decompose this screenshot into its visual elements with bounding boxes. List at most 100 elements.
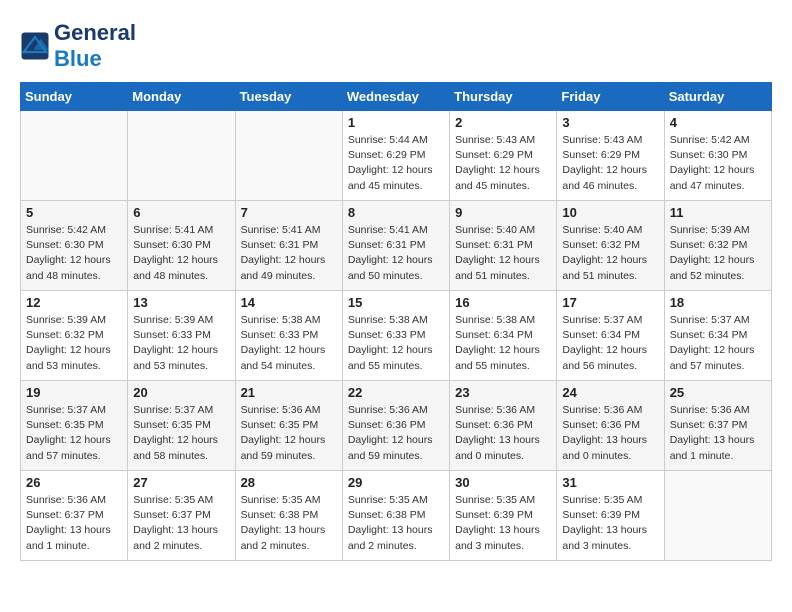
day-number: 8 (348, 205, 444, 220)
day-number: 20 (133, 385, 229, 400)
calendar-cell: 24Sunrise: 5:36 AM Sunset: 6:36 PM Dayli… (557, 381, 664, 471)
day-info: Sunrise: 5:36 AM Sunset: 6:35 PM Dayligh… (241, 403, 337, 464)
day-info: Sunrise: 5:35 AM Sunset: 6:39 PM Dayligh… (562, 493, 658, 554)
calendar-cell (664, 471, 771, 561)
day-number: 17 (562, 295, 658, 310)
calendar-cell: 19 Sunrise: 5:37 AM Sunset: 6:35 PM Dayli… (21, 381, 128, 471)
calendar-week-row: 26 Sunrise: 5:36 AM Sunset: 6:37 PM Dayli… (21, 471, 772, 561)
calendar-cell: 5 Sunrise: 5:42 AM Sunset: 6:30 PM Daylig… (21, 201, 128, 291)
day-info: Sunrise: 5:41 AM Sunset: 6:31 PM Dayligh… (348, 223, 444, 284)
day-number: 5 (26, 205, 122, 220)
calendar-cell: 8 Sunrise: 5:41 AM Sunset: 6:31 PM Daylig… (342, 201, 449, 291)
day-number: 1 (348, 115, 444, 130)
day-number: 12 (26, 295, 122, 310)
calendar-week-row: 12 Sunrise: 5:39 AM Sunset: 6:32 PM Dayli… (21, 291, 772, 381)
day-number: 11 (670, 205, 766, 220)
day-number: 4 (670, 115, 766, 130)
calendar-cell: 29 Sunrise: 5:35 AM Sunset: 6:38 PM Dayli… (342, 471, 449, 561)
day-number: 18 (670, 295, 766, 310)
day-info: Sunrise: 5:37 AM Sunset: 6:35 PM Dayligh… (26, 403, 122, 464)
day-number: 25 (670, 385, 766, 400)
calendar-cell: 12 Sunrise: 5:39 AM Sunset: 6:32 PM Dayli… (21, 291, 128, 381)
logo-icon (20, 31, 50, 61)
calendar-cell: 16 Sunrise: 5:38 AM Sunset: 6:34 PM Dayli… (450, 291, 557, 381)
day-info: Sunrise: 5:36 AM Sunset: 6:36 PM Dayligh… (348, 403, 444, 464)
day-header-tuesday: Tuesday (235, 83, 342, 111)
day-number: 29 (348, 475, 444, 490)
day-info: Sunrise: 5:38 AM Sunset: 6:33 PM Dayligh… (241, 313, 337, 374)
day-number: 15 (348, 295, 444, 310)
day-number: 6 (133, 205, 229, 220)
day-info: Sunrise: 5:37 AM Sunset: 6:35 PM Dayligh… (133, 403, 229, 464)
day-info: Sunrise: 5:44 AM Sunset: 6:29 PM Dayligh… (348, 133, 444, 194)
day-info: Sunrise: 5:35 AM Sunset: 6:37 PM Dayligh… (133, 493, 229, 554)
day-header-monday: Monday (128, 83, 235, 111)
day-header-sunday: Sunday (21, 83, 128, 111)
calendar-cell: 28 Sunrise: 5:35 AM Sunset: 6:38 PM Dayli… (235, 471, 342, 561)
logo-text: General Blue (54, 20, 136, 72)
day-info: Sunrise: 5:38 AM Sunset: 6:34 PM Dayligh… (455, 313, 551, 374)
calendar-cell: 3Sunrise: 5:43 AM Sunset: 6:29 PM Daylig… (557, 111, 664, 201)
day-info: Sunrise: 5:42 AM Sunset: 6:30 PM Dayligh… (670, 133, 766, 194)
day-info: Sunrise: 5:38 AM Sunset: 6:33 PM Dayligh… (348, 313, 444, 374)
day-header-thursday: Thursday (450, 83, 557, 111)
day-number: 24 (562, 385, 658, 400)
day-number: 2 (455, 115, 551, 130)
calendar-cell: 22 Sunrise: 5:36 AM Sunset: 6:36 PM Dayli… (342, 381, 449, 471)
day-info: Sunrise: 5:40 AM Sunset: 6:31 PM Dayligh… (455, 223, 551, 284)
day-info: Sunrise: 5:42 AM Sunset: 6:30 PM Dayligh… (26, 223, 122, 284)
calendar-cell: 27 Sunrise: 5:35 AM Sunset: 6:37 PM Dayli… (128, 471, 235, 561)
calendar-table: SundayMondayTuesdayWednesdayThursdayFrid… (20, 82, 772, 561)
day-number: 26 (26, 475, 122, 490)
day-number: 7 (241, 205, 337, 220)
day-number: 10 (562, 205, 658, 220)
calendar-cell: 6 Sunrise: 5:41 AM Sunset: 6:30 PM Daylig… (128, 201, 235, 291)
day-info: Sunrise: 5:37 AM Sunset: 6:34 PM Dayligh… (670, 313, 766, 374)
day-info: Sunrise: 5:41 AM Sunset: 6:30 PM Dayligh… (133, 223, 229, 284)
day-number: 27 (133, 475, 229, 490)
day-number: 21 (241, 385, 337, 400)
calendar-cell: 13 Sunrise: 5:39 AM Sunset: 6:33 PM Dayli… (128, 291, 235, 381)
day-info: Sunrise: 5:35 AM Sunset: 6:38 PM Dayligh… (348, 493, 444, 554)
day-number: 9 (455, 205, 551, 220)
calendar-cell: 20 Sunrise: 5:37 AM Sunset: 6:35 PM Dayli… (128, 381, 235, 471)
calendar-cell: 26 Sunrise: 5:36 AM Sunset: 6:37 PM Dayli… (21, 471, 128, 561)
calendar-cell: 17 Sunrise: 5:37 AM Sunset: 6:34 PM Dayli… (557, 291, 664, 381)
calendar-week-row: 19 Sunrise: 5:37 AM Sunset: 6:35 PM Dayli… (21, 381, 772, 471)
day-number: 22 (348, 385, 444, 400)
day-info: Sunrise: 5:39 AM Sunset: 6:32 PM Dayligh… (26, 313, 122, 374)
day-info: Sunrise: 5:35 AM Sunset: 6:38 PM Dayligh… (241, 493, 337, 554)
day-info: Sunrise: 5:39 AM Sunset: 6:32 PM Dayligh… (670, 223, 766, 284)
calendar-cell: 23 Sunrise: 5:36 AM Sunset: 6:36 PM Dayli… (450, 381, 557, 471)
day-number: 28 (241, 475, 337, 490)
calendar-cell: 31 Sunrise: 5:35 AM Sunset: 6:39 PM Dayli… (557, 471, 664, 561)
calendar-cell (21, 111, 128, 201)
day-number: 16 (455, 295, 551, 310)
logo: General Blue (20, 20, 136, 72)
page-header: General Blue (20, 20, 772, 72)
day-info: Sunrise: 5:37 AM Sunset: 6:34 PM Dayligh… (562, 313, 658, 374)
calendar-cell: 21 Sunrise: 5:36 AM Sunset: 6:35 PM Dayli… (235, 381, 342, 471)
calendar-cell (235, 111, 342, 201)
day-info: Sunrise: 5:39 AM Sunset: 6:33 PM Dayligh… (133, 313, 229, 374)
day-info: Sunrise: 5:36 AM Sunset: 6:36 PM Dayligh… (455, 403, 551, 464)
day-number: 19 (26, 385, 122, 400)
calendar-cell (128, 111, 235, 201)
day-number: 13 (133, 295, 229, 310)
calendar-cell: 14Sunrise: 5:38 AM Sunset: 6:33 PM Dayli… (235, 291, 342, 381)
calendar-cell: 4 Sunrise: 5:42 AM Sunset: 6:30 PM Daylig… (664, 111, 771, 201)
calendar-week-row: 1 Sunrise: 5:44 AM Sunset: 6:29 PM Daylig… (21, 111, 772, 201)
calendar-cell: 1 Sunrise: 5:44 AM Sunset: 6:29 PM Daylig… (342, 111, 449, 201)
day-number: 31 (562, 475, 658, 490)
day-info: Sunrise: 5:36 AM Sunset: 6:37 PM Dayligh… (26, 493, 122, 554)
calendar-cell: 2Sunrise: 5:43 AM Sunset: 6:29 PM Daylig… (450, 111, 557, 201)
calendar-header-row: SundayMondayTuesdayWednesdayThursdayFrid… (21, 83, 772, 111)
calendar-cell: 30Sunrise: 5:35 AM Sunset: 6:39 PM Dayli… (450, 471, 557, 561)
calendar-cell: 15 Sunrise: 5:38 AM Sunset: 6:33 PM Dayli… (342, 291, 449, 381)
day-info: Sunrise: 5:43 AM Sunset: 6:29 PM Dayligh… (562, 133, 658, 194)
calendar-cell: 11 Sunrise: 5:39 AM Sunset: 6:32 PM Dayli… (664, 201, 771, 291)
day-info: Sunrise: 5:35 AM Sunset: 6:39 PM Dayligh… (455, 493, 551, 554)
calendar-cell: 9 Sunrise: 5:40 AM Sunset: 6:31 PM Daylig… (450, 201, 557, 291)
day-header-wednesday: Wednesday (342, 83, 449, 111)
day-number: 23 (455, 385, 551, 400)
